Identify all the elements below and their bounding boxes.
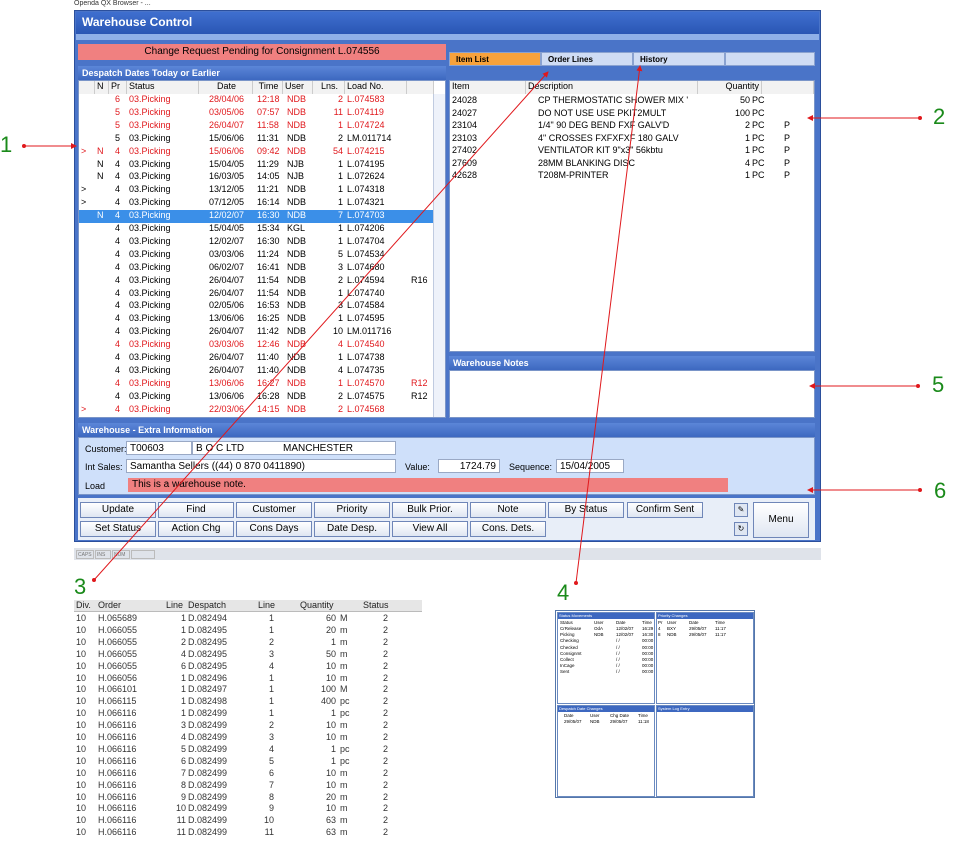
callout-4: 4	[557, 580, 570, 605]
callout-line-4	[575, 65, 643, 584]
callout-3: 3	[74, 574, 87, 599]
callout-1: 1	[0, 132, 13, 157]
callout-5: 5	[932, 372, 945, 397]
callout-arrows	[22, 65, 922, 585]
callout-6: 6	[934, 478, 947, 503]
callout-line-3	[93, 71, 549, 581]
callout-2: 2	[933, 104, 946, 129]
